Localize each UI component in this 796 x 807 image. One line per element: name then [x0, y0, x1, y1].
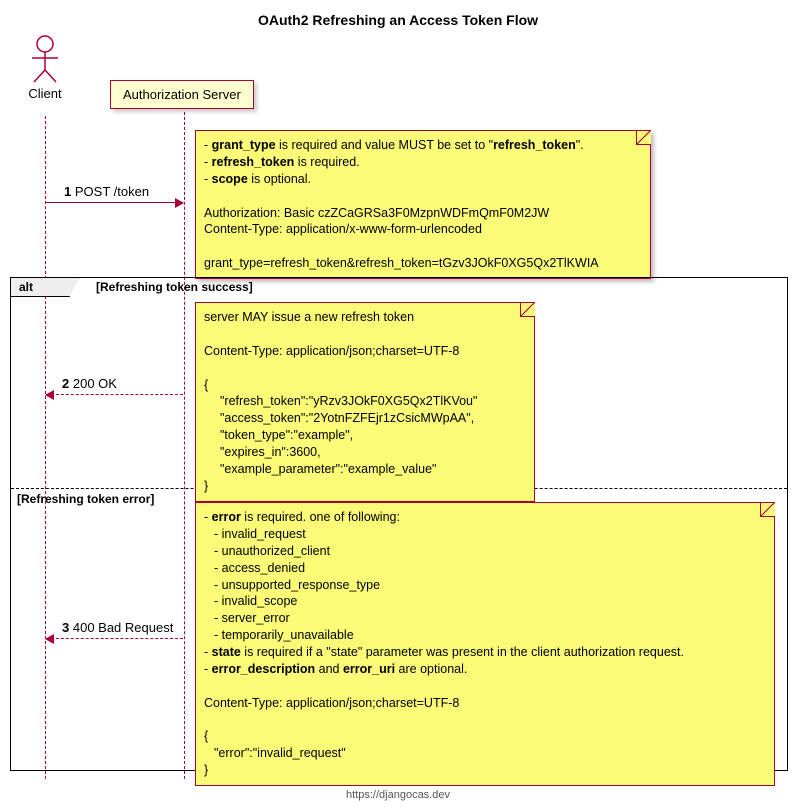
- arrow-head-icon: [175, 198, 184, 208]
- alt-condition-success: [Refreshing token success]: [96, 280, 253, 294]
- msg1-label: 1 POST /token: [64, 184, 149, 199]
- msg2-arrow: [46, 394, 183, 395]
- msg2-label: 2 200 OK: [62, 376, 117, 391]
- footer-link: https://djangocas.dev: [0, 789, 796, 801]
- client-actor: Client: [28, 34, 62, 101]
- msg3-arrow: [46, 638, 183, 639]
- stick-figure-icon: [28, 34, 62, 84]
- authorization-server-box: Authorization Server: [110, 80, 254, 109]
- diagram-title: OAuth2 Refreshing an Access Token Flow: [0, 12, 796, 28]
- alt-tab: alt: [10, 277, 80, 297]
- note-error-response: - error is required. one of following: -…: [195, 502, 775, 786]
- arrow-head-icon: [45, 634, 54, 644]
- note-request: - grant_type is required and value MUST …: [195, 130, 651, 279]
- msg3-label: 3 400 Bad Request: [62, 620, 173, 635]
- client-label: Client: [28, 86, 62, 101]
- arrow-head-icon: [45, 390, 54, 400]
- msg1-arrow: [46, 202, 183, 203]
- alt-condition-error: [Refreshing token error]: [17, 492, 154, 506]
- note-success-response: server MAY issue a new refresh token Con…: [195, 302, 535, 502]
